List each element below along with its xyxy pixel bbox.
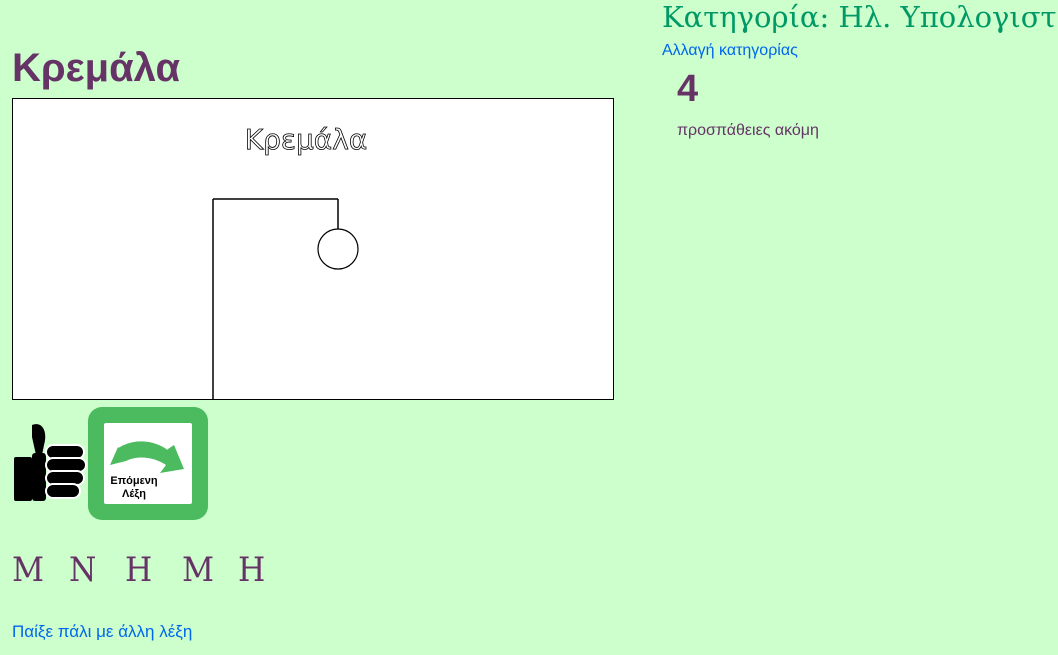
word-letter: Μ	[12, 550, 45, 590]
play-again-link[interactable]: Παίξε πάλι με άλλη λέξη	[12, 622, 192, 642]
next-word-panel: Επόμενη Λέξη	[104, 423, 192, 504]
next-word-button[interactable]: Επόμενη Λέξη	[88, 407, 208, 520]
canvas-caption: Κρεμάλα	[245, 123, 368, 156]
next-word-label-line1: Επόμενη	[110, 475, 158, 487]
hangman-canvas: Κρεμάλα	[12, 98, 614, 400]
hangman-page: Κρεμάλα Κρεμάλα Επόμενη Λέξη Μ Ν Η Μ Η Π…	[0, 0, 1058, 655]
category-title: Κατηγορία: Ηλ. Υπολογιστές	[662, 0, 1058, 34]
word-letter: Η	[238, 550, 266, 590]
word-letter: Μ	[181, 550, 214, 590]
word-letters: Μ Ν Η Μ Η	[12, 548, 295, 592]
hangman-head	[317, 228, 359, 270]
tries-remaining-label: προσπάθειες ακόμη	[677, 122, 819, 139]
curved-arrow-icon	[110, 439, 184, 473]
word-letter: Η	[125, 550, 153, 590]
change-category-link[interactable]: Αλλαγή κατηγορίας	[662, 41, 798, 61]
next-word-label-line2: Λέξη	[122, 488, 146, 500]
gallows-drawing: Κρεμάλα	[212, 123, 368, 399]
thumbs-up-icon	[12, 423, 88, 503]
page-title: Κρεμάλα	[12, 46, 181, 90]
word-letter: Ν	[68, 550, 96, 590]
tries-remaining-count: 4	[677, 68, 699, 110]
next-word-label: Επόμενη Λέξη	[104, 475, 164, 501]
